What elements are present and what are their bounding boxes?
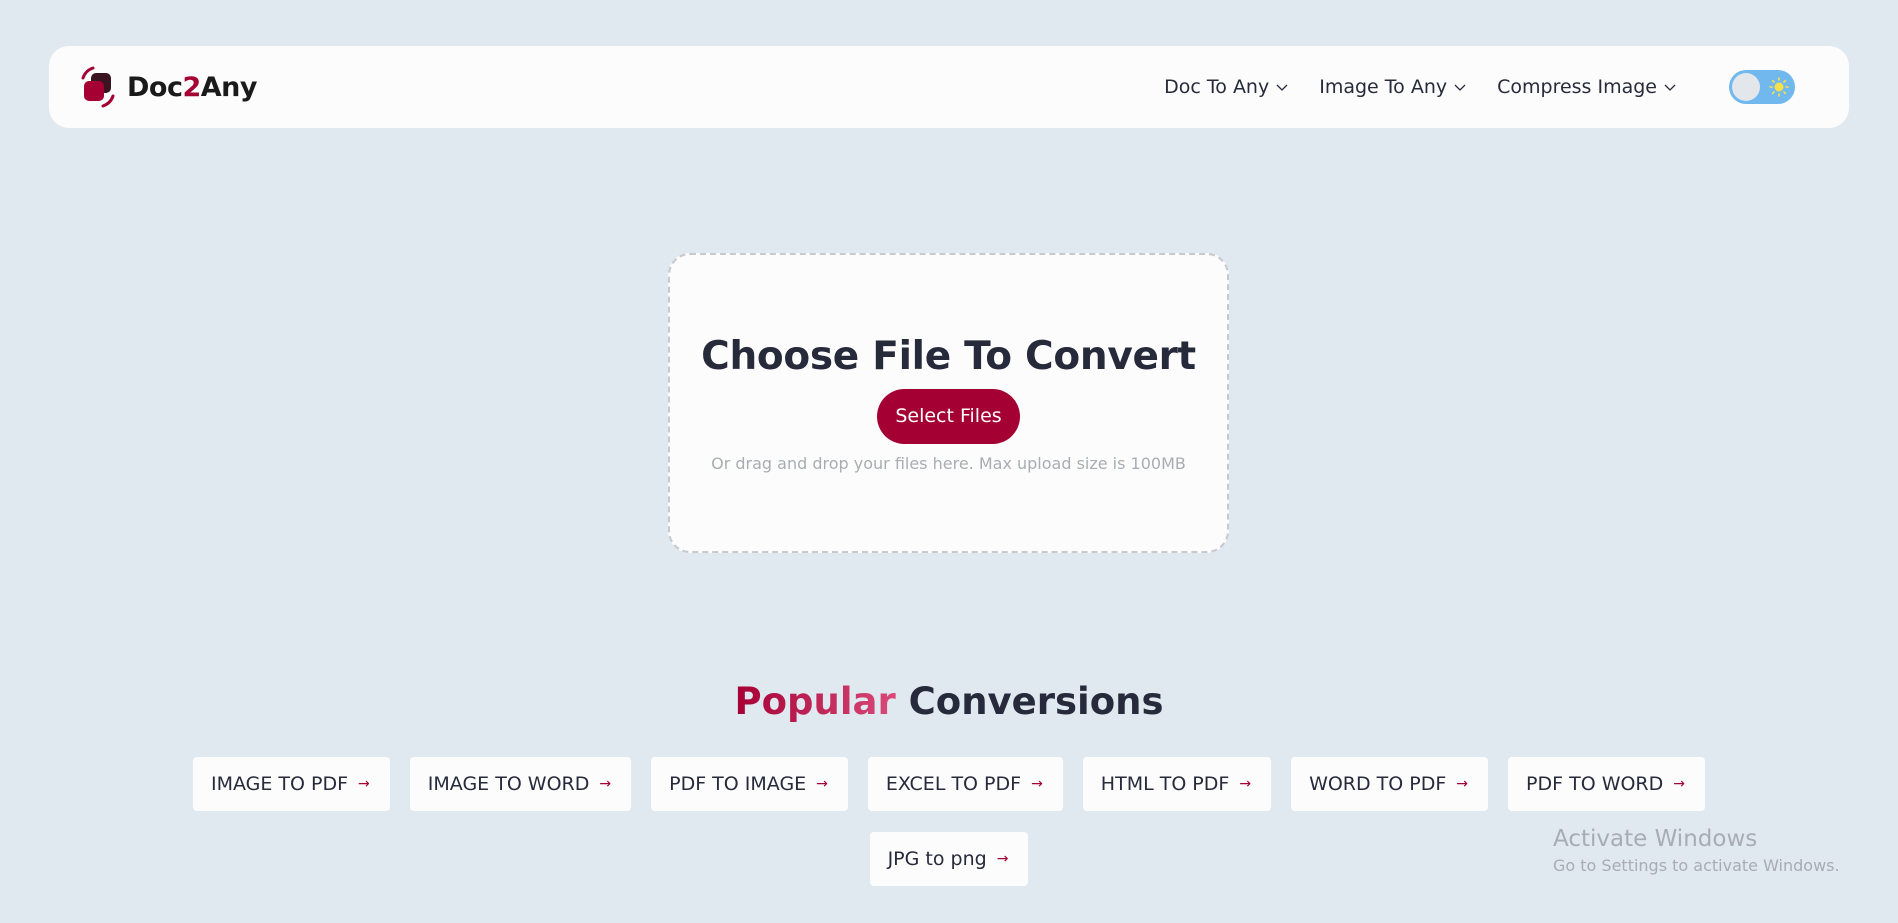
conversion-excel-to-pdf[interactable]: EXCEL TO PDF → [867, 757, 1063, 811]
chevron-down-icon [1276, 84, 1288, 91]
conversion-label: PDF TO IMAGE [669, 773, 807, 795]
logo-icon [81, 66, 115, 108]
conversion-label: WORD TO PDF [1309, 773, 1447, 795]
arrow-right-icon: → [996, 851, 1009, 867]
arrow-right-icon: → [599, 776, 612, 792]
arrow-right-icon: → [1239, 776, 1252, 792]
nav-image-to-any[interactable]: Image To Any [1319, 76, 1467, 98]
conversion-html-to-pdf[interactable]: HTML TO PDF → [1082, 757, 1272, 811]
chevron-down-icon [1454, 84, 1466, 91]
toggle-knob [1732, 73, 1760, 101]
nav-label: Compress Image [1497, 76, 1657, 98]
nav-doc-to-any[interactable]: Doc To Any [1164, 76, 1289, 98]
conversion-label: IMAGE TO PDF [211, 773, 349, 795]
upload-hint: Or drag and drop your files here. Max up… [711, 453, 1186, 473]
arrow-right-icon: → [1456, 776, 1469, 792]
watermark-subtitle: Go to Settings to activate Windows. [1553, 856, 1840, 875]
nav-label: Doc To Any [1164, 76, 1270, 98]
select-files-button[interactable]: Select Files [877, 388, 1020, 444]
watermark-title: Activate Windows [1553, 826, 1758, 852]
arrow-right-icon: → [1031, 776, 1043, 792]
conversion-image-to-pdf[interactable]: IMAGE TO PDF → [193, 757, 390, 811]
arrow-right-icon: → [1673, 776, 1685, 792]
sun-icon [1769, 77, 1789, 97]
conversion-label: JPG to png [887, 848, 987, 870]
brand-logo-link[interactable]: Doc2Any [75, 64, 257, 110]
brand-name: Doc2Any [127, 71, 257, 103]
file-drop-zone[interactable]: Choose File To Convert Select Files Or d… [668, 253, 1229, 553]
conversion-label: IMAGE TO WORD [427, 773, 590, 795]
theme-toggle[interactable] [1729, 70, 1795, 104]
upload-title: Choose File To Convert [701, 333, 1196, 379]
conversion-jpg-to-png[interactable]: JPG to png → [869, 832, 1029, 886]
conversion-pdf-to-image[interactable]: PDF TO IMAGE → [651, 757, 848, 811]
chevron-down-icon [1664, 84, 1676, 91]
page: Doc2Any Doc To Any Image To Any Compress… [0, 0, 1898, 923]
popular-conversions-title: Popular Conversions [734, 680, 1164, 723]
conversion-pdf-to-word[interactable]: PDF TO WORD → [1508, 757, 1705, 811]
conversion-image-to-word[interactable]: IMAGE TO WORD → [409, 757, 632, 811]
activate-windows-watermark: Activate Windows Go to Settings to activ… [1553, 826, 1840, 875]
nav-compress-image[interactable]: Compress Image [1497, 76, 1677, 98]
conversion-row: IMAGE TO PDF → IMAGE TO WORD → PDF TO IM… [0, 757, 1898, 811]
conversion-word-to-pdf[interactable]: WORD TO PDF → [1291, 757, 1489, 811]
conversion-label: EXCEL TO PDF [885, 773, 1022, 795]
conversion-label: PDF TO WORD [1526, 773, 1664, 795]
arrow-right-icon: → [816, 776, 828, 792]
nav-label: Image To Any [1319, 76, 1448, 98]
arrow-right-icon: → [358, 776, 370, 792]
conversion-label: HTML TO PDF [1100, 773, 1230, 795]
main-nav: Doc To Any Image To Any Compress Image [1164, 70, 1821, 104]
site-header: Doc2Any Doc To Any Image To Any Compress… [49, 46, 1849, 128]
